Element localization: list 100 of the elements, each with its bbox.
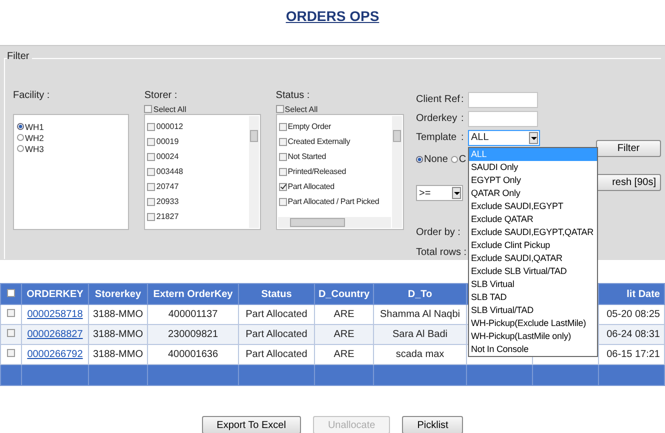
dropdown-option[interactable]: SLB TAD <box>469 290 597 304</box>
dropdown-option[interactable]: SLB Virtual <box>469 278 597 290</box>
column-header: D_Country <box>314 284 374 304</box>
dropdown-option[interactable]: WH-Pickup(LastMile only) <box>469 330 597 342</box>
storer-option[interactable]: 00019 <box>147 134 248 149</box>
facility-option[interactable]: WH3 <box>17 143 126 154</box>
colon: : <box>461 132 465 143</box>
vertical-scrollbar[interactable] <box>248 116 259 228</box>
facility-option[interactable]: WH2 <box>17 132 126 143</box>
checkbox[interactable] <box>278 152 287 160</box>
dropdown-option[interactable]: Exclude Clint Pickup <box>469 238 597 252</box>
table-cell: ARE <box>314 324 374 344</box>
table-cell: 3188-MMO <box>88 324 148 344</box>
dropdown-option[interactable]: Exclude SAUDI,EGYPT <box>469 200 597 212</box>
table-cell: 05-20 08:25 <box>598 304 664 324</box>
dropdown-option[interactable]: WH-Pickup(Exclude LastMile) <box>469 316 597 330</box>
filter-button[interactable]: Filter <box>596 140 661 157</box>
storer-option[interactable]: 003448 <box>147 164 248 179</box>
storer-option[interactable]: 20933 <box>147 194 248 209</box>
checkbox[interactable] <box>144 105 152 113</box>
dropdown-option[interactable]: Exclude QATAR <box>469 212 597 226</box>
action-button[interactable]: Export To Excel <box>202 416 301 433</box>
radio-button[interactable] <box>416 156 423 162</box>
facility-option[interactable]: WH1 <box>17 121 126 132</box>
table-cell: 3188-MMO <box>88 304 148 324</box>
status-option[interactable]: Created Externally <box>278 134 391 149</box>
dropdown-option[interactable]: SAUDI Only <box>469 160 597 174</box>
table-cell: 400001636 <box>148 344 238 364</box>
checkbox[interactable] <box>147 198 156 206</box>
row-checkbox[interactable] <box>6 349 14 357</box>
order-by-label: Order by : <box>416 227 460 240</box>
storer-option[interactable]: 21827 <box>147 209 248 224</box>
filter-legend: Filter <box>7 51 32 62</box>
status-option[interactable]: Empty Order <box>278 119 391 134</box>
storer-option[interactable]: 20747 <box>147 179 248 194</box>
mode-option[interactable]: None <box>416 154 448 164</box>
status-option[interactable]: Part Allocated <box>278 179 391 194</box>
checkbox[interactable] <box>278 168 287 176</box>
order-link[interactable]: 0000268827 <box>27 329 83 340</box>
table-cell: scada max <box>374 344 466 364</box>
radio-button[interactable] <box>450 156 458 162</box>
storer-option[interactable]: 00024 <box>147 149 248 164</box>
checkbox[interactable] <box>147 138 156 146</box>
select-all-option[interactable]: Select All <box>144 104 261 114</box>
checkbox[interactable] <box>147 152 156 160</box>
table-cell: 06-15 17:21 <box>598 344 664 364</box>
dropdown-option[interactable]: Exclude SLB Virtual/TAD <box>469 264 597 278</box>
checkbox[interactable] <box>276 105 284 113</box>
template-select[interactable]: ALL <box>468 130 540 146</box>
checkbox[interactable] <box>147 168 156 176</box>
dropdown-option[interactable]: Exclude SAUDI,QATAR <box>469 252 597 264</box>
checkbox[interactable] <box>278 122 287 130</box>
table-cell: Part Allocated <box>238 304 314 324</box>
colon: : <box>461 113 465 124</box>
table-cell: Sara Al Badi <box>374 324 466 344</box>
radio-button[interactable] <box>17 134 24 141</box>
mode-option[interactable]: C <box>450 154 466 164</box>
facility-label: Facility : <box>13 90 51 103</box>
storer-option[interactable]: 000012 <box>147 119 248 134</box>
select-all-option[interactable]: Select All <box>276 104 404 114</box>
radio-button[interactable] <box>17 145 24 152</box>
table-cell: 06-24 08:31 <box>598 324 664 344</box>
total-rows-label: Total rows : <box>416 247 467 260</box>
row-checkbox[interactable] <box>6 309 14 317</box>
status-option[interactable]: Not Started <box>278 149 391 164</box>
column-header: Status <box>238 284 314 304</box>
checkbox[interactable] <box>147 182 156 190</box>
horizontal-scrollbar[interactable] <box>278 217 391 228</box>
status-label: Status : <box>276 90 311 103</box>
action-button[interactable]: Picklist <box>402 416 464 433</box>
dropdown-option[interactable]: Not In Console <box>469 342 597 356</box>
operator-select[interactable]: >= <box>416 185 463 201</box>
page-title: ORDERS OPS <box>286 8 380 24</box>
orderkey-field[interactable] <box>468 110 538 126</box>
table-cell: Part Allocated <box>238 324 314 344</box>
table-cell: Shamma Al Naqbi <box>374 304 466 324</box>
checkbox[interactable] <box>278 182 287 190</box>
status-option[interactable]: Printed/Released <box>278 164 391 179</box>
checkbox[interactable] <box>278 198 287 206</box>
order-link[interactable]: 0000266792 <box>27 349 83 360</box>
select-all-checkbox[interactable] <box>6 288 14 296</box>
table-cell: 400001137 <box>148 304 238 324</box>
table-cell: 3188-MMO <box>88 344 148 364</box>
checkbox[interactable] <box>278 138 287 146</box>
checkbox[interactable] <box>147 212 156 220</box>
column-header: ORDERKEY <box>22 284 88 304</box>
radio-button[interactable] <box>17 123 24 130</box>
row-checkbox[interactable] <box>6 329 14 337</box>
dropdown-option[interactable]: SLB Virtual/TAD <box>469 304 597 316</box>
column-header: Storerkey <box>88 284 148 304</box>
vertical-scrollbar[interactable] <box>392 116 402 228</box>
column-header: lit Date <box>598 284 664 304</box>
table-cell: ARE <box>314 304 374 324</box>
status-option[interactable]: Part Allocated / Part Picked <box>278 194 391 209</box>
orderkey-label: Orderkey <box>416 113 458 124</box>
dropdown-option[interactable]: Exclude SAUDI,EGYPT,QATAR <box>469 226 597 238</box>
checkbox[interactable] <box>147 122 156 130</box>
table-cell: ARE <box>314 344 374 364</box>
order-link[interactable]: 0000258718 <box>27 309 83 320</box>
table-cell: Part Allocated <box>238 344 314 364</box>
